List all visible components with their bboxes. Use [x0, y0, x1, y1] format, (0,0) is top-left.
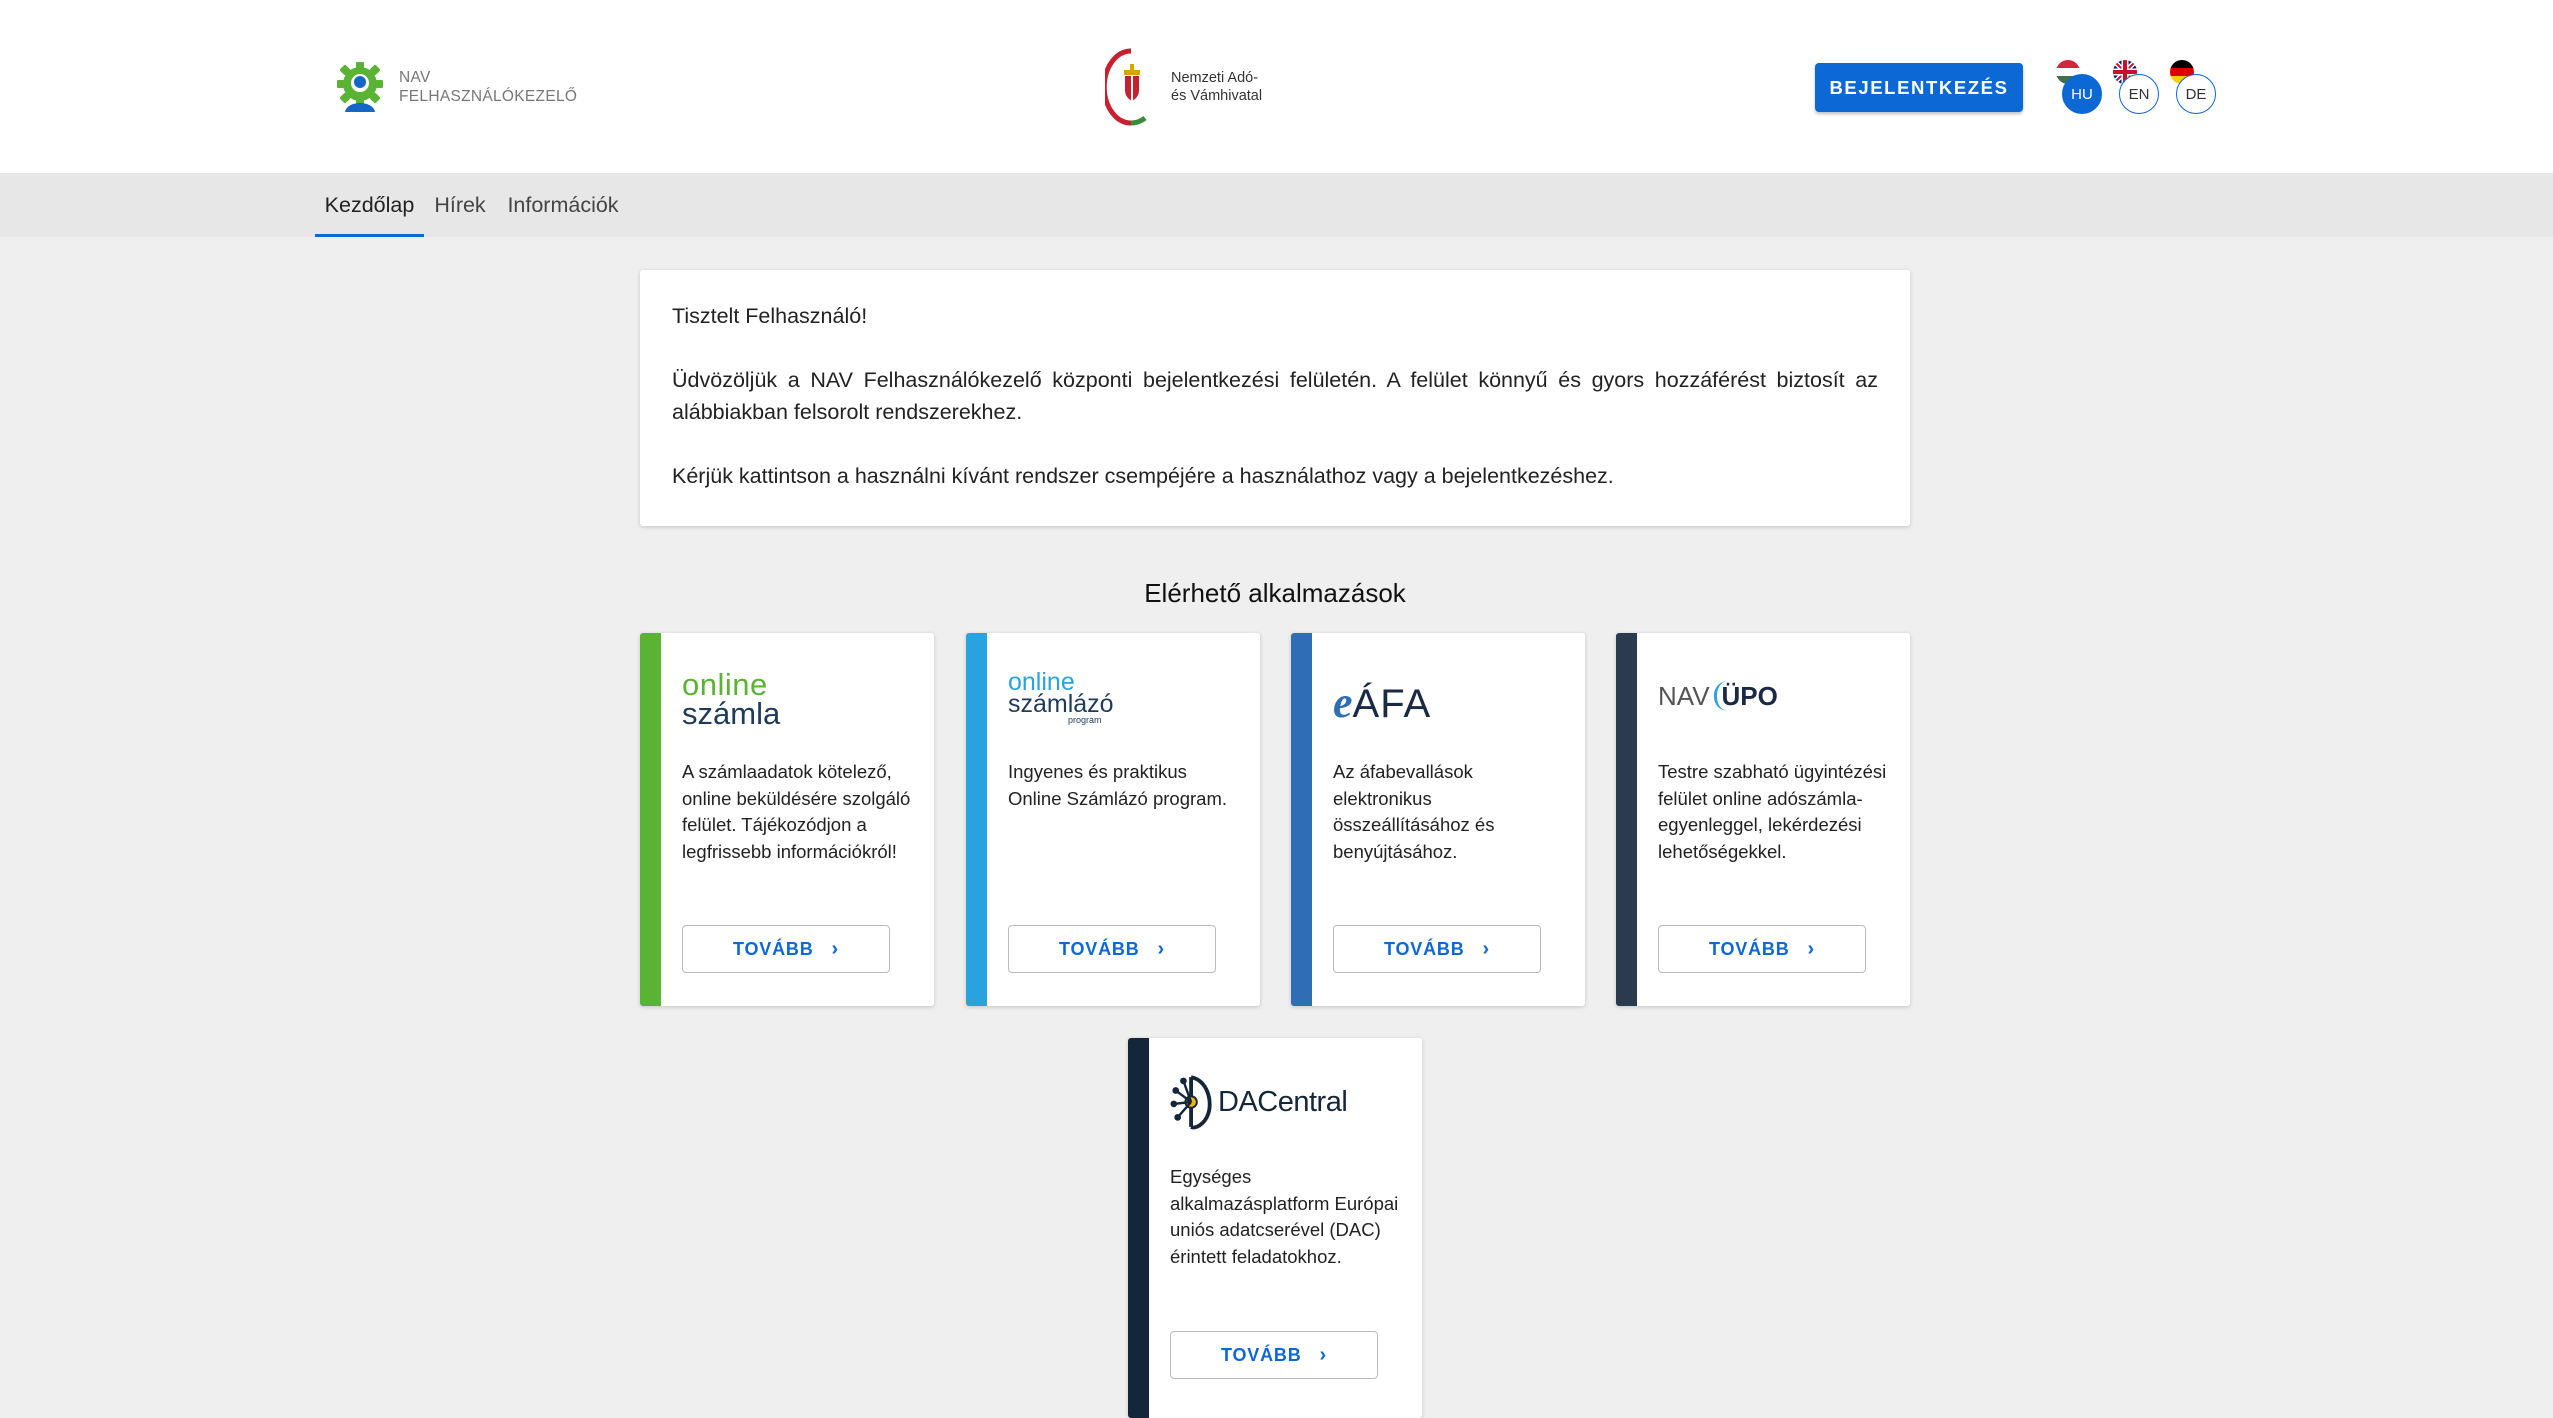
tovabb-label: TOVÁBB: [733, 938, 814, 959]
brand-line2: FELHASZNÁLÓKEZELŐ: [399, 88, 578, 105]
brand-text: NAV FELHASZNÁLÓKEZELŐ: [399, 68, 577, 106]
welcome-greeting: Tisztelt Felhasználó!: [672, 304, 868, 328]
tab-hirek[interactable]: Hírek: [428, 173, 492, 237]
app-description: Az áfabevallások elektronikus összeállít…: [1333, 761, 1495, 862]
main-navigation: Kezdőlap Hírek Információk: [0, 173, 2553, 237]
logo-line1: online: [682, 667, 768, 702]
online-szamla-logo: online számla: [682, 667, 781, 735]
chevron-right-icon: ›: [831, 937, 839, 960]
app-description: A számlaadatok kötelező, online beküldés…: [682, 761, 911, 862]
card-accent-bar: [1291, 633, 1312, 1006]
chevron-right-icon: ›: [1157, 937, 1165, 960]
app-card-dacentral[interactable]: DACentral Egységes alkalmazásplatform Eu…: [1128, 1038, 1422, 1418]
online-szamlazo-logo: online számlázó program: [1008, 670, 1114, 735]
welcome-paragraph-1: Üdvözöljük a NAV Felhasználókezelő közpo…: [672, 368, 1878, 424]
tovabb-label: TOVÁBB: [1059, 938, 1140, 959]
logo-main: ÜPO: [1713, 681, 1778, 711]
tovabb-label: TOVÁBB: [1384, 938, 1465, 959]
logo-line2: számlázó: [1008, 690, 1114, 718]
chevron-right-icon: ›: [1482, 937, 1490, 960]
app-card-online-szamlazo[interactable]: online számlázó program Ingyenes és prak…: [966, 633, 1260, 1006]
top-header: NAV FELHASZNÁLÓKEZELŐ Nemzeti Adó- és Vá…: [0, 0, 2553, 173]
nav-upo-logo: NAV ÜPO: [1658, 681, 1778, 745]
language-de-label: DE: [2176, 74, 2216, 114]
tovabb-button[interactable]: TOVÁBB ›: [1170, 1331, 1378, 1379]
chevron-right-icon: ›: [1319, 1343, 1327, 1366]
chevron-right-icon: ›: [1807, 937, 1815, 960]
org-line2: és Vámhivatal: [1171, 88, 1263, 104]
tab-informaciok[interactable]: Információk: [500, 173, 626, 237]
nav-org-logo: Nemzeti Adó- és Vámhivatal: [1105, 48, 1262, 126]
app-card-online-szamla[interactable]: online számla A számlaadatok kötelező, o…: [640, 633, 934, 1006]
logo-line2: számla: [682, 696, 781, 731]
card-accent-bar: [1128, 1038, 1149, 1418]
org-name: Nemzeti Adó- és Vámhivatal: [1171, 69, 1262, 105]
logo-main: DACentral: [1218, 1085, 1348, 1118]
logo-prefix: e: [1333, 678, 1353, 727]
app-card-eafa[interactable]: eÁFA Az áfabevallások elektronikus össze…: [1291, 633, 1585, 1006]
card-accent-bar: [1616, 633, 1637, 1006]
welcome-paragraph-2: Kérjük kattintson a használni kívánt ren…: [672, 464, 1614, 488]
logo-main: ÁFA: [1352, 682, 1432, 726]
app-description: Egységes alkalmazásplatform Európai unió…: [1170, 1166, 1399, 1267]
dacentral-logo: DACentral: [1170, 1070, 1348, 1134]
dacentral-network-icon: [1170, 1075, 1212, 1130]
language-en-label: EN: [2119, 74, 2159, 114]
welcome-card: Tisztelt Felhasználó! Üdvözöljük a NAV F…: [640, 270, 1910, 526]
app-description: Testre szabható ügyintézési felület onli…: [1658, 761, 1887, 862]
card-accent-bar: [640, 633, 661, 1006]
tovabb-label: TOVÁBB: [1221, 1344, 1302, 1365]
nav-crest-icon: [1105, 48, 1147, 126]
app-brand[interactable]: NAV FELHASZNÁLÓKEZELŐ: [333, 60, 577, 114]
language-hu-label: HU: [2062, 74, 2102, 114]
eafa-logo: eÁFA: [1333, 677, 1431, 741]
card-accent-bar: [966, 633, 987, 1006]
app-description: Ingyenes és praktikus Online Számlázó pr…: [1008, 761, 1228, 809]
login-button[interactable]: BEJELENTKEZÉS: [1815, 63, 2023, 112]
apps-section-title: Elérhető alkalmazások: [1144, 578, 1406, 608]
tovabb-button[interactable]: TOVÁBB ›: [682, 925, 890, 973]
brand-line1: NAV: [399, 69, 431, 86]
tab-kezdolap[interactable]: Kezdőlap: [315, 173, 424, 237]
user-gear-icon: [337, 62, 383, 112]
org-line1: Nemzeti Adó-: [1171, 70, 1259, 86]
tovabb-button[interactable]: TOVÁBB ›: [1008, 925, 1216, 973]
app-card-nav-upo[interactable]: NAV ÜPO Testre szabható ügyintézési felül…: [1616, 633, 1910, 1006]
tovabb-button[interactable]: TOVÁBB ›: [1333, 925, 1541, 973]
tovabb-label: TOVÁBB: [1709, 938, 1790, 959]
tovabb-button[interactable]: TOVÁBB ›: [1658, 925, 1866, 973]
logo-prefix: NAV: [1658, 681, 1710, 711]
